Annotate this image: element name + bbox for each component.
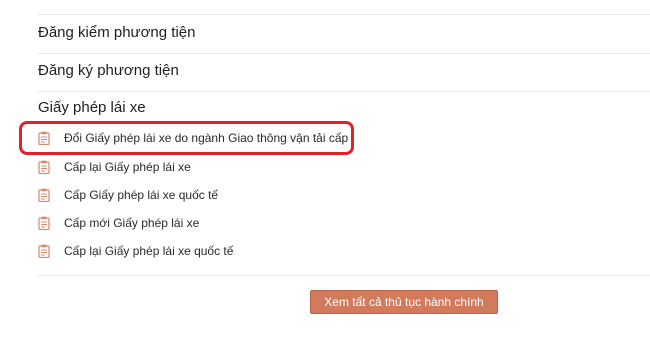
clipboard-icon	[38, 216, 50, 230]
list-item-label: Cấp lại Giấy phép lái xe quốc tế	[64, 244, 234, 258]
section-vehicle-inspection[interactable]: Đăng kiểm phương tiện	[38, 24, 650, 41]
divider	[38, 14, 650, 15]
list-item-international-license[interactable]: Cấp Giấy phép lái xe quốc tế	[38, 188, 218, 202]
list-item-new-license[interactable]: Cấp mới Giấy phép lái xe	[38, 216, 199, 230]
section-vehicle-registration[interactable]: Đăng ký phương tiện	[38, 62, 650, 79]
clipboard-icon	[38, 160, 50, 174]
divider	[38, 53, 650, 54]
divider	[38, 275, 650, 276]
list-item-label: Cấp mới Giấy phép lái xe	[64, 216, 200, 230]
list-item-reissue-international-license[interactable]: Cấp lại Giấy phép lái xe quốc tế	[38, 244, 233, 258]
clipboard-icon	[38, 244, 50, 258]
highlight-annotation	[19, 121, 354, 155]
section-driving-license[interactable]: Giấy phép lái xe	[38, 99, 650, 116]
list-item-reissue-license[interactable]: Cấp lại Giấy phép lái xe	[38, 160, 191, 174]
list-item-label: Cấp lại Giấy phép lái xe	[64, 160, 191, 174]
view-all-procedures-button[interactable]: Xem tất cả thủ tục hành chính	[310, 290, 498, 314]
clipboard-icon	[38, 188, 50, 202]
divider	[38, 91, 650, 92]
list-item-label: Cấp Giấy phép lái xe quốc tế	[64, 188, 219, 202]
